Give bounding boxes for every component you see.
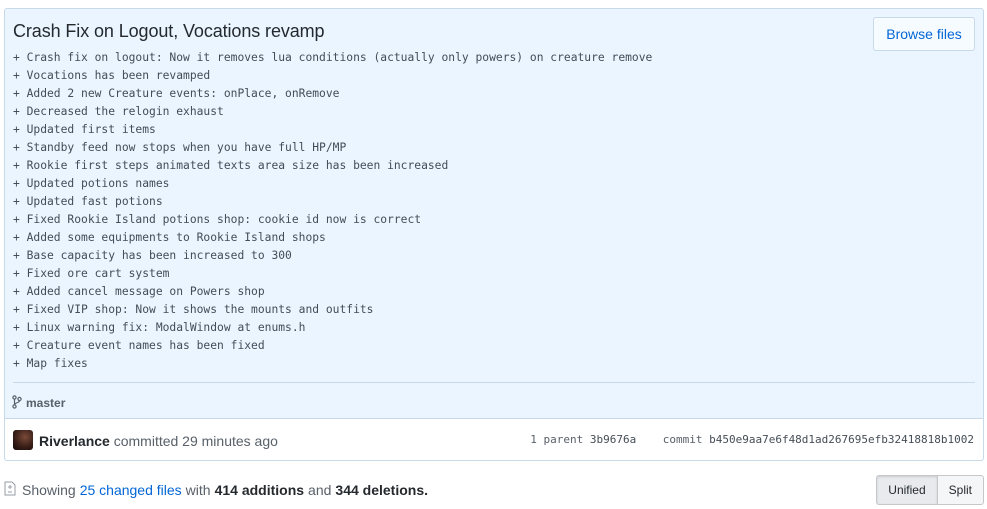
commit-description-line: + Linux warning fix: ModalWindow at enum… xyxy=(13,321,306,334)
commit-label: commit xyxy=(662,433,703,446)
summary-and: and xyxy=(308,482,332,498)
commit-sha: b450e9aa7e6f48d1ad267695efb32418818b1002 xyxy=(709,433,974,446)
commit-description-line: + Creature event names has been fixed xyxy=(13,339,265,352)
commit-title: Crash Fix on Logout, Vocations revamp xyxy=(13,21,325,41)
commit-description-line: + Added some equipments to Rookie Island… xyxy=(13,231,326,244)
commit-meta: Riverlance committed 29 minutes ago 1 pa… xyxy=(5,420,983,460)
commit-description-line: + Decreased the relogin exhaust xyxy=(13,105,224,118)
branch-name[interactable]: master xyxy=(26,396,65,410)
unified-button[interactable]: Unified xyxy=(876,475,937,505)
browse-files-button[interactable]: Browse files xyxy=(873,17,975,51)
avatar[interactable] xyxy=(13,430,33,450)
committed-time: committed 29 minutes ago xyxy=(113,433,278,449)
commit-shas: 1 parent 3b9676a commit b450e9aa7e6f48d1… xyxy=(530,433,974,446)
deletions-count: 344 deletions. xyxy=(335,482,428,498)
summary-with: with xyxy=(185,482,211,498)
split-button[interactable]: Split xyxy=(936,475,984,505)
commit-description-line: + Added 2 new Creature events: onPlace, … xyxy=(13,87,340,100)
commit-description-line: + Updated potions names xyxy=(13,177,170,190)
diff-summary: Showing 25 changed files with 414 additi… xyxy=(4,480,504,500)
author-line: Riverlance committed 29 minutes ago xyxy=(39,433,278,449)
parent-sha-link[interactable]: 3b9676a xyxy=(590,433,636,446)
commit-description-line: + Added cancel message on Powers shop xyxy=(13,285,265,298)
git-branch-icon xyxy=(12,394,26,412)
commit-box: Crash Fix on Logout, Vocations revamp Br… xyxy=(4,8,984,461)
commit-description: + Crash fix on logout: Now it removes lu… xyxy=(13,49,652,373)
commit-description-line: + Map fixes xyxy=(13,357,88,370)
changed-files-link[interactable]: 25 changed files xyxy=(80,482,182,498)
commit-description-line: + Fixed Rookie Island potions shop: cook… xyxy=(13,213,422,226)
summary-prefix: Showing xyxy=(22,482,76,498)
file-diff-icon xyxy=(4,481,22,499)
commit-description-line: + Vocations has been revamped xyxy=(13,69,211,82)
diff-view-toggle: Unified Split xyxy=(876,475,984,505)
branch-info: master xyxy=(12,394,65,412)
additions-count: 414 additions xyxy=(214,482,305,498)
commit-description-line: + Updated first items xyxy=(13,123,156,136)
commit-header: Crash Fix on Logout, Vocations revamp Br… xyxy=(5,9,983,419)
commit-description-line: + Fixed VIP shop: Now it shows the mount… xyxy=(13,303,374,316)
author-link[interactable]: Riverlance xyxy=(39,433,110,449)
commit-description-line: + Rookie first steps animated texts area… xyxy=(13,159,449,172)
divider xyxy=(13,382,975,383)
commit-description-line: + Base capacity has been increased to 30… xyxy=(13,249,292,262)
commit-description-line: + Crash fix on logout: Now it removes lu… xyxy=(13,51,653,64)
commit-description-line: + Updated fast potions xyxy=(13,195,163,208)
parent-label: 1 parent xyxy=(530,433,584,446)
commit-description-line: + Standby feed now stops when you have f… xyxy=(13,141,347,154)
commit-description-line: + Fixed ore cart system xyxy=(13,267,170,280)
